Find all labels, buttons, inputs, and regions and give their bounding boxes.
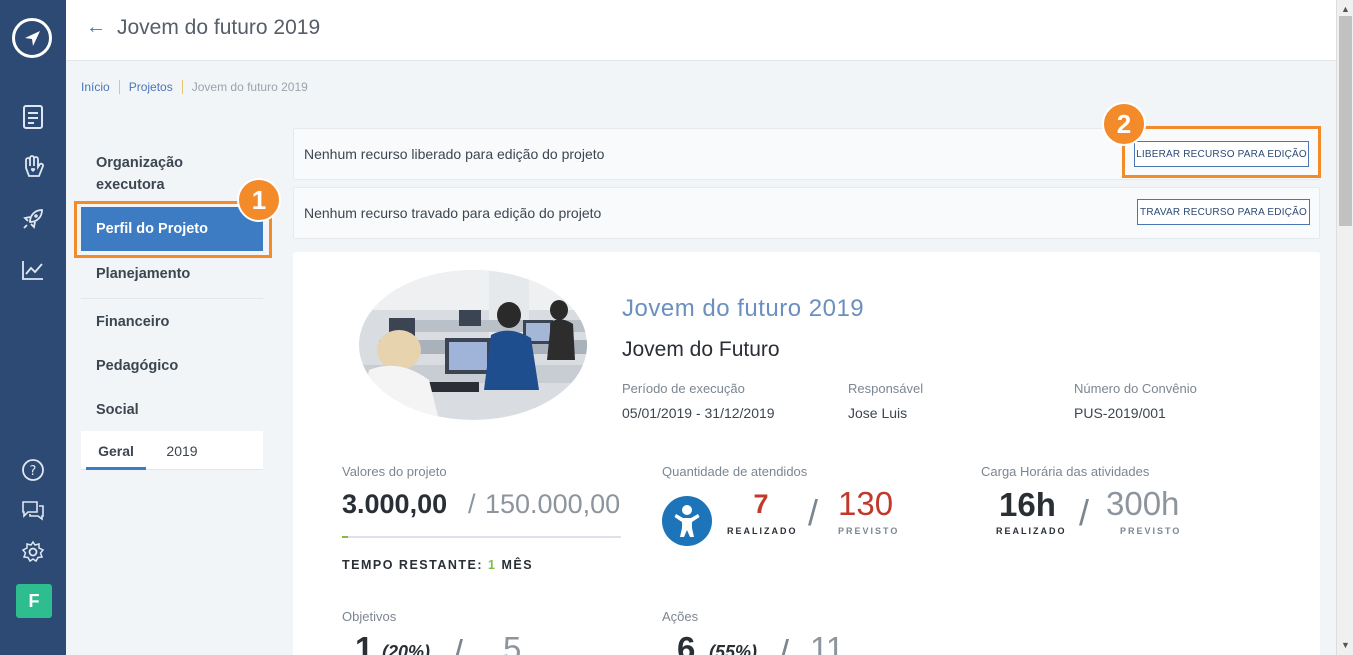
rocket-icon[interactable] [19,205,47,233]
actions-separator: / [779,632,790,655]
tab-2019[interactable]: 2019 [156,431,208,470]
period-label: Período de execução [622,381,745,396]
annotation-badge-1: 1 [237,178,281,222]
time-remaining-unit: MÊS [501,558,534,572]
agreement-label: Número do Convênio [1074,381,1197,396]
scroll-down-icon[interactable]: ▼ [1341,640,1350,650]
page-title: Jovem do futuro 2019 [117,16,321,39]
values-label: Valores do projeto [342,464,447,479]
chart-icon[interactable] [19,256,47,284]
hand-heart-icon[interactable] [19,153,47,181]
objectives-separator: / [453,632,464,655]
sidebar-item-financeiro[interactable]: Financeiro [81,311,263,333]
person-icon [662,496,712,546]
actions-done: 6 [677,630,696,655]
values-current: 3.000,00 [342,489,448,519]
hours-separator: / [1079,492,1090,533]
annotation-badge-2: 2 [1102,102,1146,146]
tab-geral[interactable]: Geral [86,431,146,470]
document-icon[interactable] [19,103,47,131]
scrollbar[interactable]: ▲ ▼ [1336,0,1353,655]
values-progress-fill [342,536,348,538]
svg-text:?: ? [30,464,37,479]
sidebar-item-organizacao[interactable]: Organização executora [81,152,241,196]
actions-pct: (55%) [709,642,758,655]
breadcrumb-projetos[interactable]: Projetos [118,80,182,94]
objectives-pct: (20%) [382,642,431,655]
breadcrumb-inicio[interactable]: Início [81,80,119,94]
scroll-up-icon[interactable]: ▲ [1341,4,1350,14]
back-arrow-icon[interactable]: ← [86,16,106,39]
time-remaining-label: TEMPO RESTANTE: [342,558,484,572]
agreement-value: PUS-2019/001 [1074,405,1166,421]
project-name: Jovem do futuro 2019 [622,295,865,322]
breadcrumb: Início Projetos Jovem do futuro 2019 [81,80,317,94]
hours-planned-label: PREVISTO [1120,526,1182,536]
values-separator: / [468,489,476,519]
objectives-done: 1 [355,630,374,655]
gear-icon[interactable] [19,538,47,566]
hours-done: 16h [999,486,1056,523]
logo-icon[interactable] [12,18,52,58]
objectives-total: 5 [503,630,522,655]
chat-icon[interactable] [19,496,47,524]
responsible-label: Responsável [848,381,924,396]
nav-rail: ? F [0,0,66,655]
objectives-label: Objetivos [342,609,397,624]
attendees-label: Quantidade de atendidos [662,464,808,479]
hours-label: Carga Horária das atividades [981,464,1150,479]
time-remaining-number: 1 [488,558,497,572]
hours-done-label: REALIZADO [996,526,1067,536]
values-total: 150.000,00 [485,489,621,519]
help-icon[interactable]: ? [19,456,47,484]
actions-total: 11 [810,630,845,655]
avatar[interactable]: F [16,584,52,618]
sidebar-item-pedagogico[interactable]: Pedagógico [81,355,263,377]
program-name: Jovem do Futuro [622,338,780,361]
menu-divider [81,298,263,299]
notice-locked-text: Nenhum recurso travado para edição do pr… [304,205,602,221]
breadcrumb-current: Jovem do futuro 2019 [181,80,317,94]
values-progress-bar [342,536,621,538]
notice-locked: Nenhum recurso travado para edição do pr… [293,187,1320,239]
notice-released-text: Nenhum recurso liberado para edição do p… [304,146,605,162]
sidebar-item-social[interactable]: Social [81,399,263,421]
header: ← Jovem do futuro 2019 [66,0,1336,61]
period-value: 05/01/2019 - 31/12/2019 [622,405,775,421]
time-remaining: TEMPO RESTANTE: 1 MÊS [342,558,533,572]
highlight-box-2 [1122,126,1321,178]
project-profile-card: Jovem do futuro 2019 Jovem do Futuro Per… [293,252,1320,655]
lock-resource-button[interactable]: TRAVAR RECURSO PARA EDIÇÃO [1137,199,1310,225]
year-tabs: Geral 2019 [81,431,263,470]
sidebar-item-planejamento[interactable]: Planejamento [81,263,263,285]
project-photo [359,270,587,420]
responsible-value: Jose Luis [848,405,908,421]
attendees-planned-label: PREVISTO [838,526,900,536]
scrollbar-thumb[interactable] [1339,16,1352,226]
attendees-separator: / [808,492,819,533]
actions-label: Ações [662,609,699,624]
attendees-done: 7 [753,489,769,519]
hours-planned: 300h [1106,485,1180,522]
attendees-done-label: REALIZADO [727,526,798,536]
attendees-planned: 130 [838,485,894,522]
